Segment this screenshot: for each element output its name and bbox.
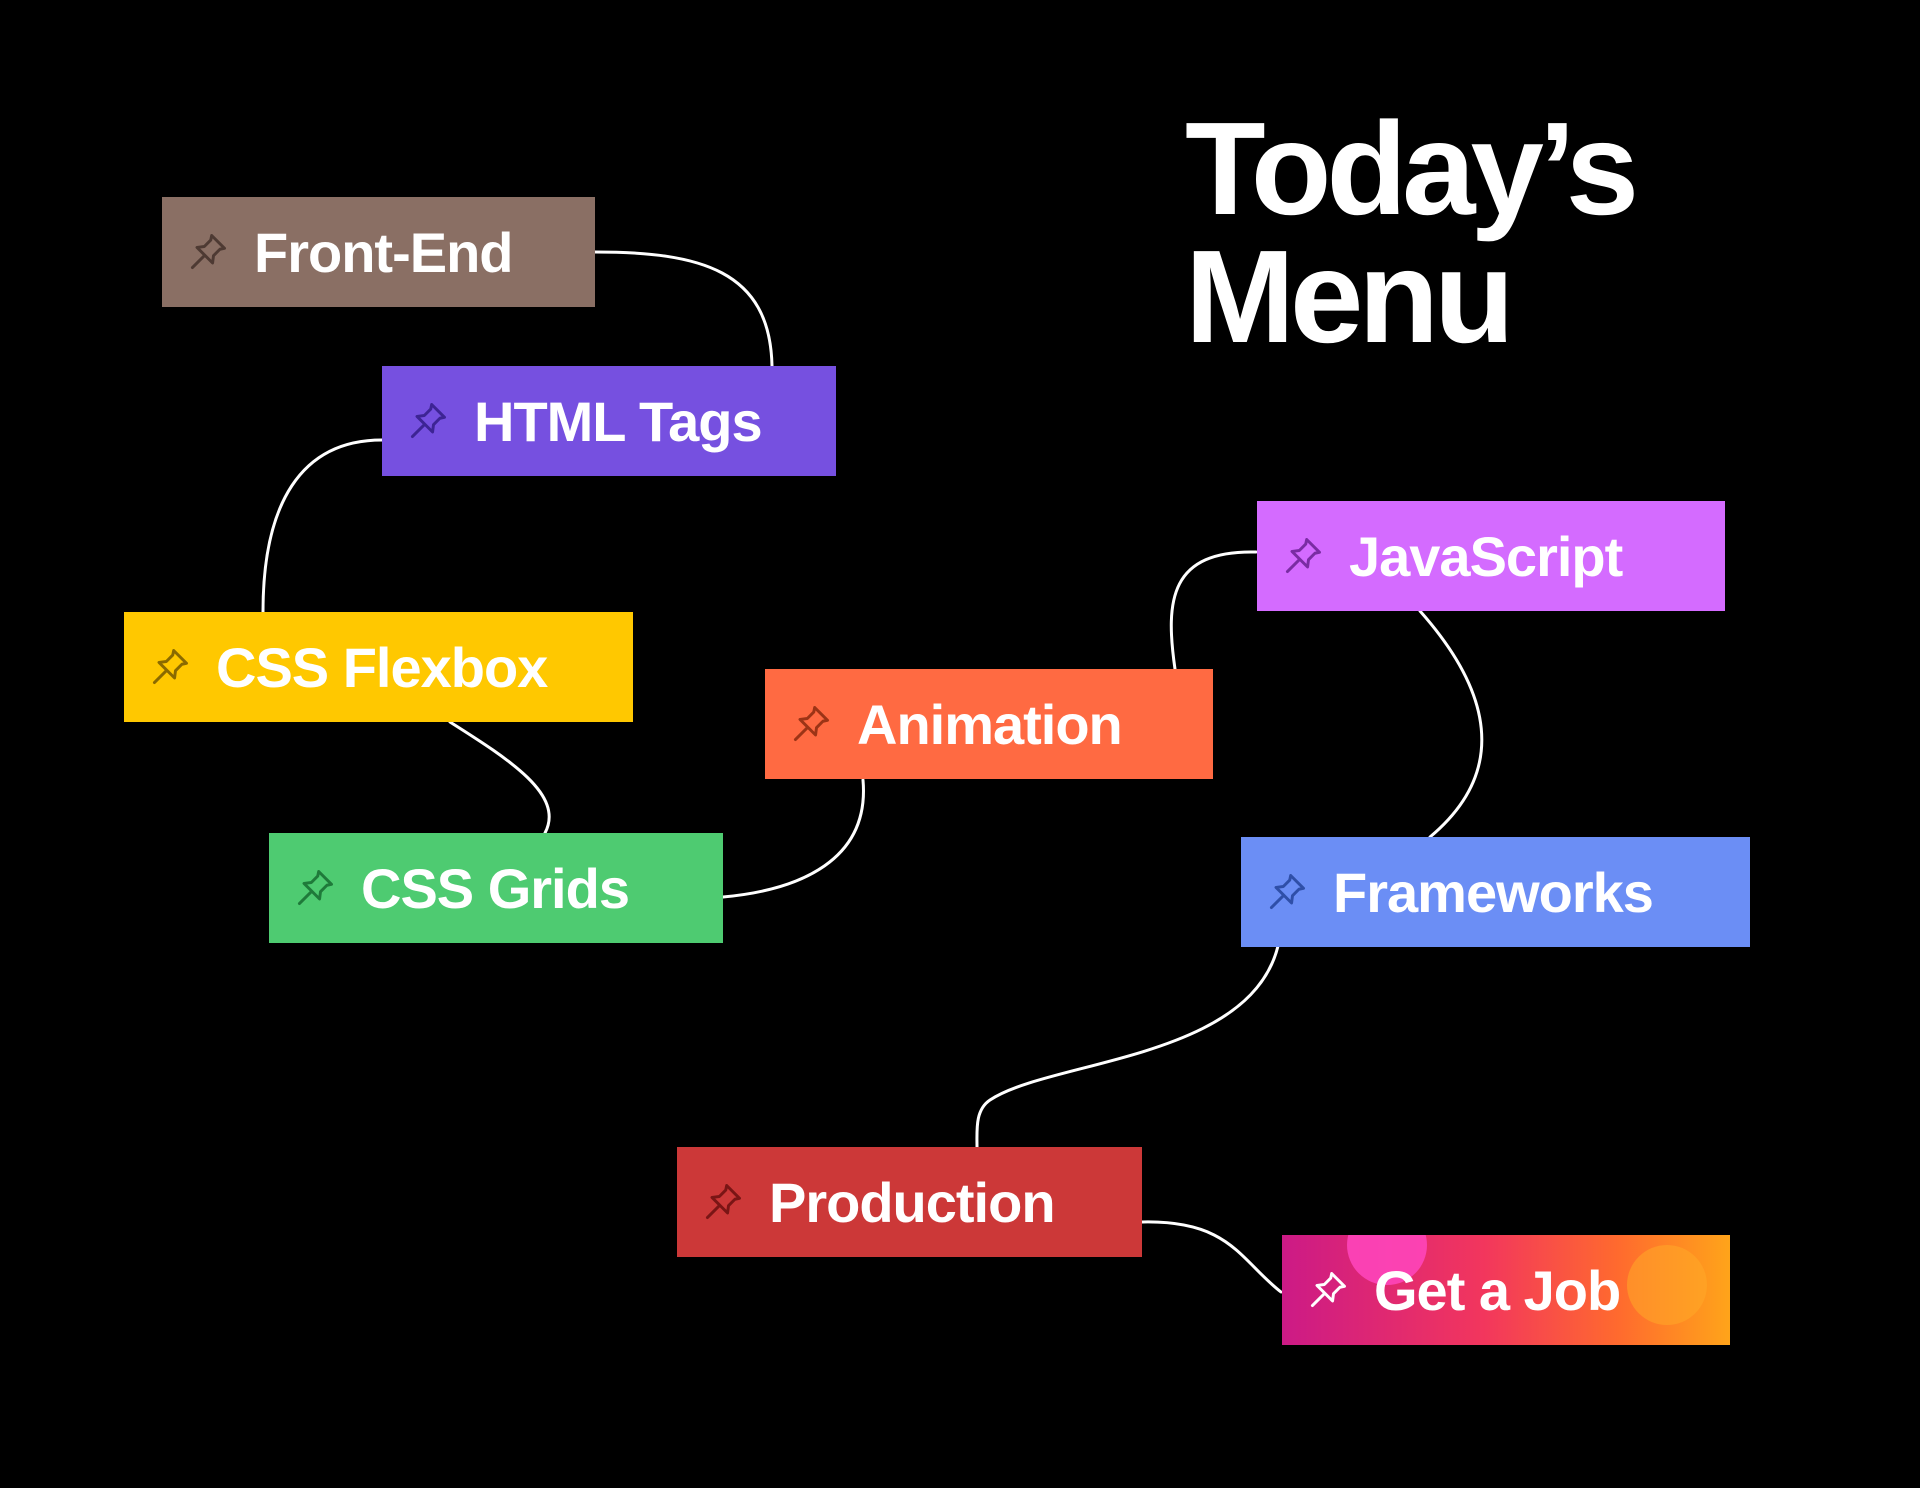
node-get-a-job[interactable]: Get a Job (1282, 1235, 1730, 1345)
node-label: JavaScript (1349, 524, 1623, 588)
pushpin-icon (789, 702, 833, 746)
edge-animation-javascript (1169, 550, 1258, 671)
node-label: Frameworks (1333, 860, 1654, 924)
edge-css-flexbox-css-grids (448, 720, 551, 835)
decorative-blob (1627, 1245, 1707, 1325)
pushpin-icon (1265, 870, 1309, 914)
page-title: Today’s Menu (1185, 95, 1639, 370)
node-animation[interactable]: Animation (765, 669, 1213, 779)
edge-frameworks-production (975, 944, 1280, 1149)
title-line-1: Today’s (1185, 95, 1639, 242)
node-label: Animation (857, 692, 1123, 756)
edge-front-end-html-tags (593, 250, 774, 368)
node-css-flexbox[interactable]: CSS Flexbox (124, 612, 633, 722)
pushpin-icon (701, 1180, 745, 1224)
node-label: HTML Tags (474, 389, 763, 453)
pushpin-icon (1306, 1268, 1350, 1312)
node-label: Get a Job (1374, 1258, 1621, 1322)
pushpin-icon (293, 866, 337, 910)
node-label: Front-End (254, 220, 513, 284)
node-label: Production (769, 1170, 1056, 1234)
node-frameworks[interactable]: Frameworks (1241, 837, 1750, 947)
edge-javascript-frameworks (1418, 609, 1484, 839)
node-css-grids[interactable]: CSS Grids (269, 833, 723, 943)
edge-css-grids-animation (721, 778, 865, 899)
node-front-end[interactable]: Front-End (162, 197, 595, 307)
edge-production-get-a-job (1140, 1220, 1283, 1294)
node-label: CSS Grids (361, 856, 630, 920)
pushpin-icon (406, 399, 450, 443)
node-label: CSS Flexbox (216, 635, 548, 699)
pushpin-icon (186, 230, 230, 274)
node-html-tags[interactable]: HTML Tags (382, 366, 836, 476)
node-production[interactable]: Production (677, 1147, 1142, 1257)
pushpin-icon (1281, 534, 1325, 578)
edge-html-tags-css-flexbox (261, 438, 384, 614)
node-javascript[interactable]: JavaScript (1257, 501, 1725, 611)
pushpin-icon (148, 645, 192, 689)
title-line-2: Menu (1185, 223, 1515, 370)
